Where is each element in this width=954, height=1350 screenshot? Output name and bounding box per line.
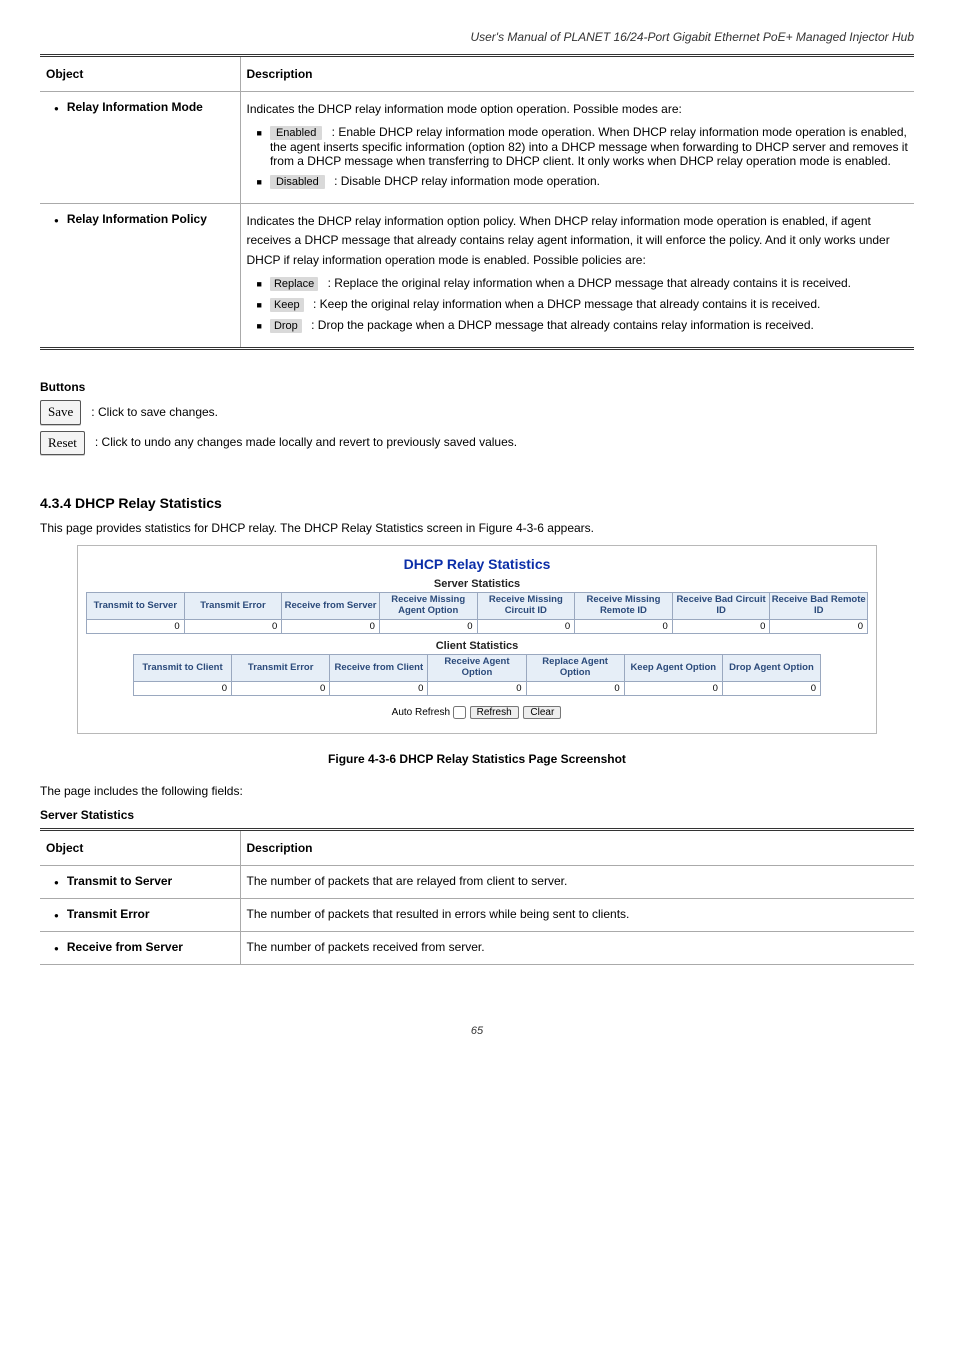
buttons-heading: Buttons	[40, 380, 914, 394]
bullet-icon: ●	[54, 102, 59, 116]
opt-row-0-sub-0: ■ Enabled : Enable DHCP relay informatio…	[257, 125, 909, 168]
auto-refresh-checkbox[interactable]	[453, 706, 466, 719]
def-row-0-label: ● Transmit to Server	[54, 874, 234, 890]
opt-row-0-obj: Relay Information Mode	[67, 100, 203, 114]
server-th-1: Transmit Error	[184, 593, 282, 620]
client-td-2: 0	[330, 682, 428, 696]
server-td-7: 0	[770, 620, 868, 634]
refresh-button[interactable]: Refresh	[470, 706, 519, 719]
server-td-1: 0	[184, 620, 282, 634]
client-th-0: Transmit to Client	[133, 655, 231, 682]
opt-row-1-sub-0-text: : Replace the original relay information…	[328, 276, 851, 290]
opt-head-desc: Description	[240, 56, 914, 92]
bullet-icon: ●	[54, 942, 59, 956]
dhcp-relay-stats-heading: 4.3.4 DHCP Relay Statistics	[40, 495, 914, 511]
client-th-5: Keep Agent Option	[624, 655, 722, 682]
client-td-3: 0	[428, 682, 526, 696]
server-td-2: 0	[282, 620, 380, 634]
square-icon: ■	[257, 298, 262, 312]
server-td-0: 0	[87, 620, 185, 634]
client-td-1: 0	[232, 682, 330, 696]
server-td-5: 0	[575, 620, 673, 634]
shot-title: DHCP Relay Statistics	[86, 556, 868, 572]
def-row-2-obj: Receive from Server	[67, 940, 183, 954]
dhcp-relay-stats-intro: This page provides statistics for DHCP r…	[40, 519, 914, 537]
square-icon: ■	[257, 277, 262, 291]
server-th-6: Receive Bad Circuit ID	[672, 593, 770, 620]
server-th-2: Receive from Server	[282, 593, 380, 620]
client-td-6: 0	[722, 682, 820, 696]
bullet-icon: ●	[54, 909, 59, 923]
server-td-3: 0	[379, 620, 477, 634]
def-head-obj: Object	[40, 830, 240, 866]
page-number: 65	[40, 1025, 914, 1037]
server-th-3: Receive Missing Agent Option	[379, 593, 477, 620]
reset-button[interactable]: Reset	[40, 431, 85, 456]
opt-row-0-label: ● Relay Information Mode	[54, 100, 234, 116]
bullet-icon: ●	[54, 876, 59, 890]
def-row-0-obj: Transmit to Server	[67, 874, 172, 888]
save-button[interactable]: Save	[40, 400, 81, 425]
server-th-5: Receive Missing Remote ID	[575, 593, 673, 620]
server-th-0: Transmit to Server	[87, 593, 185, 620]
opt-row-1-desc: Indicates the DHCP relay information opt…	[247, 212, 909, 270]
client-th-1: Transmit Error	[232, 655, 330, 682]
square-icon: ■	[257, 126, 262, 140]
stats-screenshot: DHCP Relay Statistics Server Statistics …	[77, 545, 877, 734]
def-row-2-desc: The number of packets received from serv…	[240, 932, 914, 965]
save-desc: : Click to save changes.	[91, 403, 218, 422]
def-row-2-label: ● Receive from Server	[54, 940, 234, 956]
clear-button[interactable]: Clear	[523, 706, 561, 719]
badge-keep: Keep	[270, 298, 304, 312]
server-td-6: 0	[672, 620, 770, 634]
opt-row-0-desc: Indicates the DHCP relay information mod…	[247, 100, 909, 119]
reset-desc: : Click to undo any changes made locally…	[95, 433, 517, 452]
opt-row-1-sub-1: ■ Keep : Keep the original relay informa…	[257, 297, 909, 312]
client-stats-table: Transmit to Client Transmit Error Receiv…	[133, 654, 821, 696]
shot-client-subtitle: Client Statistics	[86, 640, 868, 652]
relay-info-table: Object Description ● Relay Information M…	[40, 54, 914, 350]
client-td-0: 0	[133, 682, 231, 696]
opt-row-1-sub-2-text: : Drop the package when a DHCP message t…	[311, 318, 814, 332]
square-icon: ■	[257, 175, 262, 189]
def-row-1-desc: The number of packets that resulted in e…	[240, 899, 914, 932]
figure-caption: Figure 4-3-6 DHCP Relay Statistics Page …	[40, 752, 914, 766]
client-th-4: Replace Agent Option	[526, 655, 624, 682]
def-row-1-label: ● Transmit Error	[54, 907, 234, 923]
opt-row-1-sub-2: ■ Drop : Drop the package when a DHCP me…	[257, 318, 909, 333]
opt-row-0-sub-1-text: : Disable DHCP relay information mode op…	[334, 174, 600, 188]
server-stats-heading: Server Statistics	[40, 808, 914, 822]
auto-refresh-label: Auto Refresh	[392, 707, 450, 718]
opt-row-1-sub-1-text: : Keep the original relay information wh…	[313, 297, 820, 311]
server-stats-def-table: Object Description ● Transmit to Server …	[40, 828, 914, 965]
opt-row-0-sub-0-text: : Enable DHCP relay information mode ope…	[270, 125, 908, 168]
badge-disabled: Disabled	[270, 175, 325, 189]
badge-replace: Replace	[270, 277, 318, 291]
page-header: User's Manual of PLANET 16/24-Port Gigab…	[40, 30, 914, 44]
opt-row-1-obj: Relay Information Policy	[67, 212, 207, 226]
opt-row-1-sub-0: ■ Replace : Replace the original relay i…	[257, 276, 909, 291]
badge-drop: Drop	[270, 319, 302, 333]
fields-intro: The page includes the following fields:	[40, 784, 914, 798]
def-row-1-obj: Transmit Error	[67, 907, 150, 921]
opt-head-obj: Object	[40, 56, 240, 92]
server-td-4: 0	[477, 620, 575, 634]
client-th-2: Receive from Client	[330, 655, 428, 682]
opt-row-0-sub-1: ■ Disabled : Disable DHCP relay informat…	[257, 174, 909, 189]
def-row-0-desc: The number of packets that are relayed f…	[240, 866, 914, 899]
client-td-5: 0	[624, 682, 722, 696]
bullet-icon: ●	[54, 214, 59, 228]
client-td-4: 0	[526, 682, 624, 696]
badge-enabled: Enabled	[270, 126, 322, 140]
square-icon: ■	[257, 319, 262, 333]
def-head-desc: Description	[240, 830, 914, 866]
server-stats-table: Transmit to Server Transmit Error Receiv…	[86, 592, 868, 634]
server-th-4: Receive Missing Circuit ID	[477, 593, 575, 620]
opt-row-1-label: ● Relay Information Policy	[54, 212, 234, 228]
server-th-7: Receive Bad Remote ID	[770, 593, 868, 620]
client-th-3: Receive Agent Option	[428, 655, 526, 682]
client-th-6: Drop Agent Option	[722, 655, 820, 682]
shot-server-subtitle: Server Statistics	[86, 578, 868, 590]
